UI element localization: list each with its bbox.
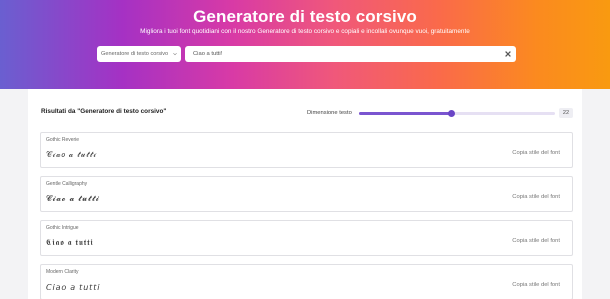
font-name: Gentle Calligraphy <box>46 181 88 187</box>
font-sample[interactable]: 𝘊𝘪𝘢𝘰 𝘢 𝘵𝘶𝘵𝘵𝘪 <box>46 282 100 292</box>
font-name: Gothic Intrigue <box>46 225 79 231</box>
chevron-down-icon <box>173 52 177 56</box>
slider-fill <box>359 112 452 115</box>
slider-handle[interactable] <box>447 110 455 117</box>
close-icon[interactable] <box>504 50 512 58</box>
text-size-label: Dimensione testo <box>307 110 352 116</box>
font-card: Gentle Calligraphy 𝓒𝓲𝓪𝓸 𝓪 𝓽𝓾𝓽𝓽𝓲 Copia st… <box>40 176 573 212</box>
text-size-value: 22 <box>559 108 573 118</box>
page-title: Generatore di testo corsivo <box>193 7 417 26</box>
results-title: Risultati da "Generatore di testo corsiv… <box>41 108 167 115</box>
copy-font-style-button[interactable]: Copia stile del font <box>512 150 560 156</box>
search-input-value: Ciao a tutti! <box>193 51 223 57</box>
font-sample[interactable]: 𝓒𝓲𝓪𝓸 𝓪 𝓽𝓾𝓽𝓽𝓲 <box>46 194 100 204</box>
text-size-slider[interactable] <box>359 110 555 117</box>
results-panel: Risultati da "Generatore di testo corsiv… <box>28 89 582 299</box>
dropdown-selected-label: Generatore di testo corsivo <box>101 51 169 57</box>
copy-font-style-button[interactable]: Copia stile del font <box>512 194 560 200</box>
search-input[interactable]: Ciao a tutti! <box>185 46 516 62</box>
font-card: Modern Clarity 𝘊𝘪𝘢𝘰 𝘢 𝘵𝘶𝘵𝘵𝘪 Copia stile … <box>40 264 573 299</box>
font-card: Gothic Reverie 𝒞𝒾𝒶𝑜 𝒶 𝓉𝓊𝓉𝓉𝒾 Copia stile … <box>40 132 573 168</box>
font-sample[interactable]: 𝕮𝖎𝖆𝖔 𝖆 𝖙𝖚𝖙𝖙𝖎 <box>46 238 94 248</box>
copy-font-style-button[interactable]: Copia stile del font <box>512 238 560 244</box>
font-sample[interactable]: 𝒞𝒾𝒶𝑜 𝒶 𝓉𝓊𝓉𝓉𝒾 <box>46 150 97 160</box>
generator-dropdown[interactable]: Generatore di testo corsivo <box>97 46 181 62</box>
font-name: Gothic Reverie <box>46 137 80 143</box>
page-subtitle: Migliora i tuoi font quotidiani con il n… <box>140 28 470 35</box>
hero-banner: Generatore di testo corsivo Migliora i t… <box>0 0 610 89</box>
font-card: Gothic Intrigue 𝕮𝖎𝖆𝖔 𝖆 𝖙𝖚𝖙𝖙𝖎 Copia stile… <box>40 220 573 256</box>
font-name: Modern Clarity <box>46 269 79 275</box>
copy-font-style-button[interactable]: Copia stile del font <box>512 282 560 288</box>
